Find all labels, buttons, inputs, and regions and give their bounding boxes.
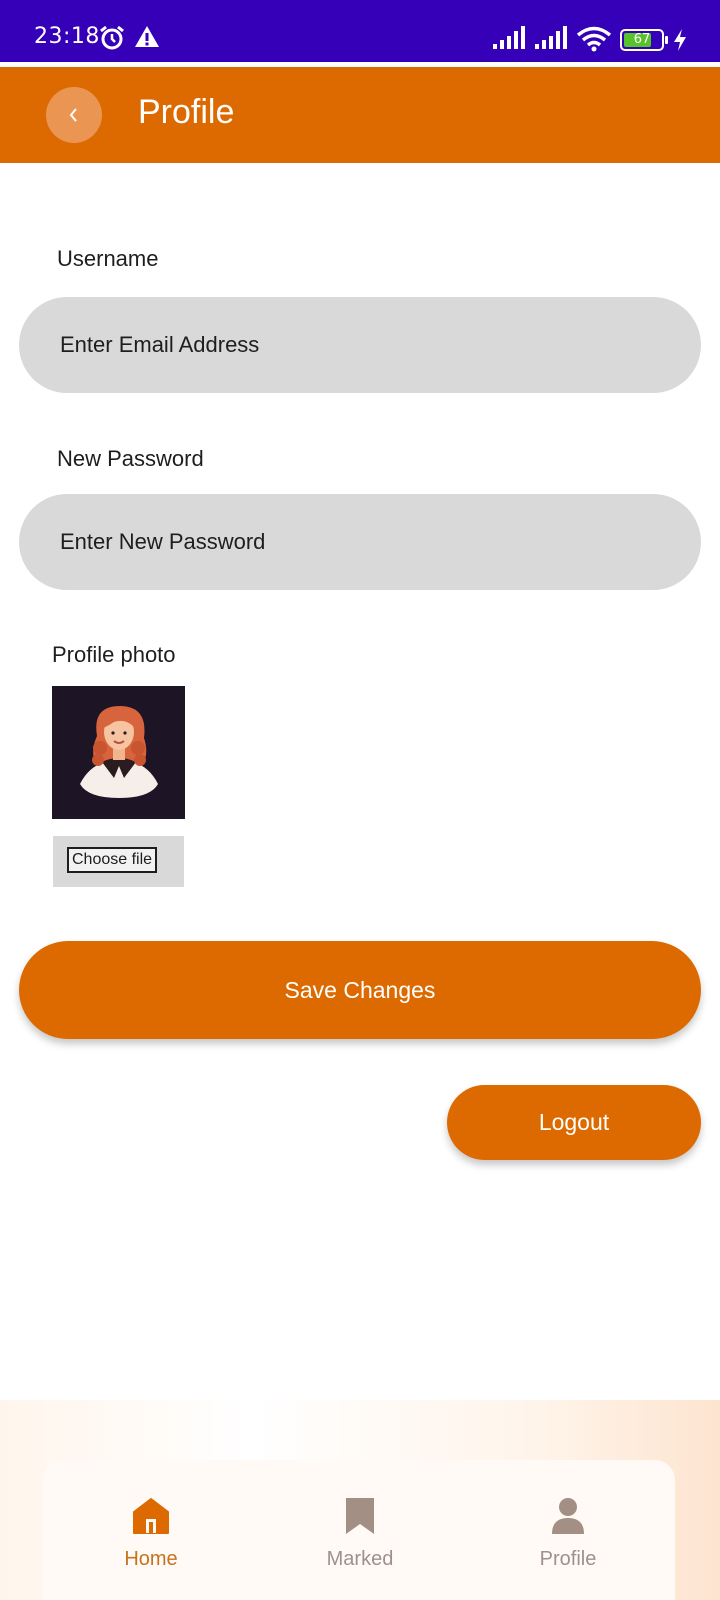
wifi-icon	[576, 26, 612, 52]
battery-icon: 67	[620, 29, 668, 51]
bottom-nav: Home Marked Profile	[43, 1460, 675, 1600]
chevron-left-icon	[69, 108, 77, 122]
nav-label-home: Home	[124, 1548, 178, 1570]
signal-icon	[493, 26, 525, 49]
nav-label-marked: Marked	[326, 1548, 394, 1570]
nav-label-profile: Profile	[539, 1548, 597, 1570]
warning-icon	[135, 26, 159, 47]
avatar	[52, 686, 185, 819]
charging-icon	[674, 29, 686, 51]
new-password-input[interactable]	[19, 494, 701, 590]
status-time: 23:18	[34, 24, 100, 49]
profile-photo-preview	[52, 686, 185, 819]
page-title: Profile	[138, 93, 235, 131]
app-bar: Profile	[0, 67, 720, 163]
signal-icon	[535, 26, 567, 49]
username-input[interactable]	[19, 297, 701, 393]
username-label: Username	[57, 246, 159, 271]
nav-item-home[interactable]: Home	[81, 1496, 221, 1571]
back-button[interactable]	[46, 87, 102, 143]
logout-button[interactable]: Logout	[447, 1085, 701, 1160]
alarm-icon	[100, 25, 124, 50]
file-input: Choose file	[53, 836, 184, 887]
save-changes-button[interactable]: Save Changes	[19, 941, 701, 1039]
bookmark-icon	[346, 1498, 374, 1534]
home-icon	[133, 1498, 169, 1534]
choose-file-button[interactable]: Choose file	[67, 847, 158, 873]
person-icon	[552, 1498, 584, 1534]
nav-item-marked[interactable]: Marked	[290, 1496, 430, 1571]
new-password-label: New Password	[57, 446, 204, 471]
nav-item-profile[interactable]: Profile	[498, 1496, 638, 1571]
status-bar: 23:18 67	[0, 0, 720, 62]
battery-level: 67	[633, 32, 651, 47]
profile-photo-label: Profile photo	[52, 642, 176, 667]
